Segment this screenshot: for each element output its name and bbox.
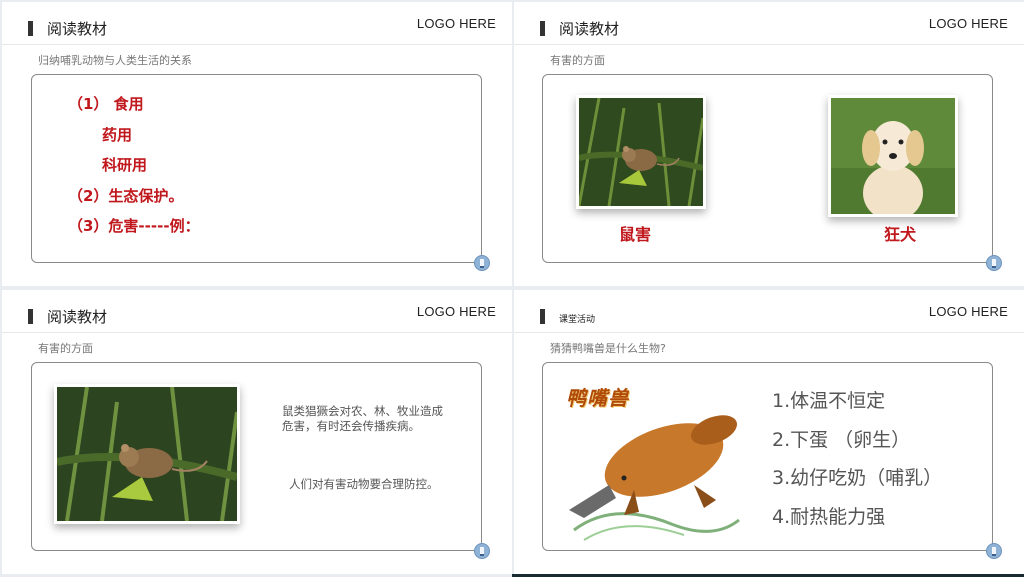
dog-photo (828, 95, 958, 217)
title-marker (28, 309, 33, 324)
slide-1[interactable]: 阅读教材 LOGO HERE 归纳哺乳动物与人类生活的关系 （1） 食用 药用 … (2, 2, 512, 286)
slide-title: 课堂活动 (559, 315, 596, 325)
logo-text: LOGO HERE (416, 304, 496, 319)
header-divider (514, 332, 1024, 333)
download-icon[interactable] (986, 255, 1002, 271)
slide-subtitle: 有害的方面 (38, 342, 93, 355)
platypus-illustration (569, 415, 740, 541)
title-marker (540, 21, 545, 36)
relation-list: （1） 食用 药用 科研用 （2）生态保护。 （3）危害-----例： (68, 94, 200, 247)
header-divider (2, 332, 512, 333)
download-icon[interactable] (474, 543, 490, 559)
caption-rabies: 狂犬 (884, 225, 917, 244)
slide-subtitle: 猜猜鸭嘴兽是什么生物? (550, 342, 666, 355)
download-icon[interactable] (986, 543, 1002, 559)
logo-text: LOGO HERE (928, 16, 1008, 31)
caption-rat-damage: 鼠害 (619, 225, 652, 244)
mouse-photo (54, 384, 240, 524)
slide-title: 阅读教材 (47, 20, 108, 38)
title-marker (28, 21, 33, 36)
list-item: （3）危害-----例： (68, 217, 200, 235)
logo-text: LOGO HERE (416, 16, 496, 31)
fact-item: 2.下蛋 （卵生） (772, 429, 911, 451)
list-item: 科研用 (102, 156, 148, 174)
fact-item: 1.体温不恒定 (772, 390, 886, 412)
slide-2[interactable]: 阅读教材 LOGO HERE 有害的方面 鼠害 狂犬 (514, 2, 1024, 286)
list-item: （1） 食用 (68, 95, 144, 113)
mouse-photo (576, 95, 706, 209)
slide-4[interactable]: 课堂活动 LOGO HERE 猜猜鸭嘴兽是什么生物? 鸭嘴兽 1.体温不恒定 2… (514, 290, 1024, 574)
slide-title: 阅读教材 (47, 308, 108, 326)
slide-title: 阅读教材 (559, 20, 620, 38)
header-divider (514, 44, 1024, 45)
harm-description: 鼠类猖獗会对农、林、牧业造成危害，有时还会传播疾病。 (282, 404, 443, 433)
slide-subtitle: 归纳哺乳动物与人类生活的关系 (38, 54, 192, 67)
download-icon[interactable] (474, 255, 490, 271)
slide-subtitle: 有害的方面 (550, 54, 605, 67)
fact-item: 3.幼仔吃奶（哺乳） (772, 467, 943, 489)
control-note: 人们对有害动物要合理防控。 (289, 477, 439, 491)
list-item: 药用 (102, 125, 133, 144)
title-marker (540, 309, 545, 324)
slide-3[interactable]: 阅读教材 LOGO HERE 有害的方面 鼠类猖獗会对农、林、牧业造成危害，有时… (2, 290, 512, 574)
logo-text: LOGO HERE (928, 304, 1008, 319)
header-divider (2, 44, 512, 45)
fact-item: 4.耐热能力强 (772, 506, 886, 528)
list-item: （2）生态保护。 (68, 186, 184, 205)
platypus-label: 鸭嘴兽 (566, 386, 629, 410)
